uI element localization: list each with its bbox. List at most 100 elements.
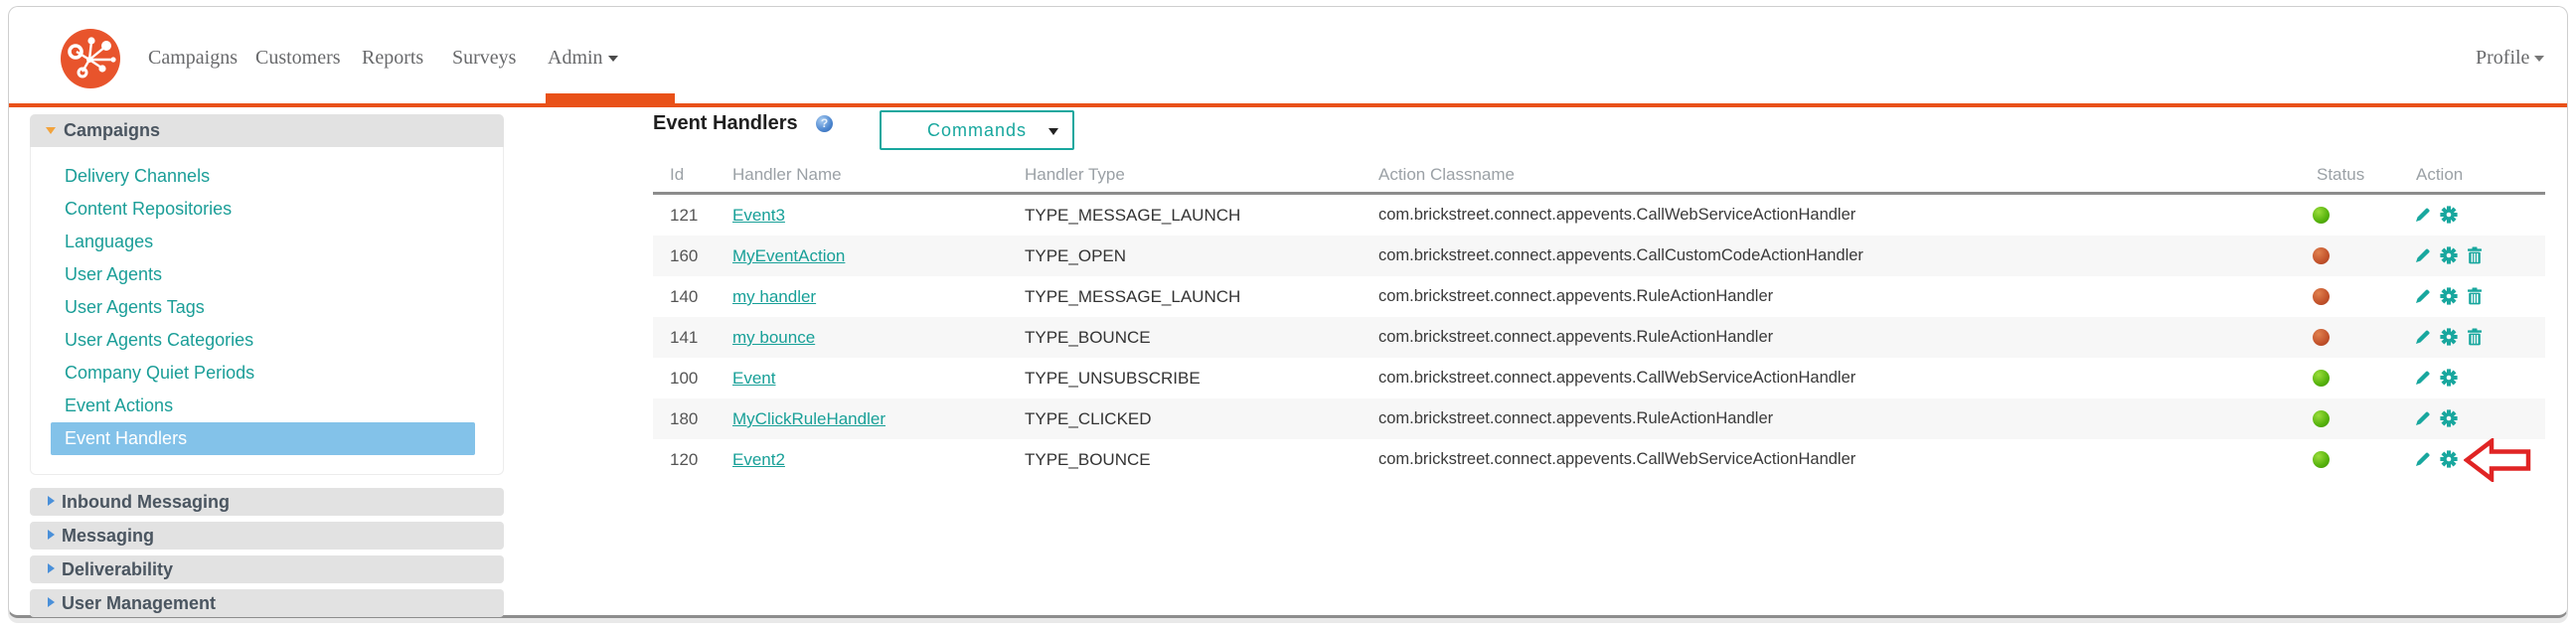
settings-gear-icon[interactable] bbox=[2440, 206, 2458, 224]
edit-icon[interactable] bbox=[2414, 287, 2432, 305]
settings-gear-icon[interactable] bbox=[2440, 328, 2458, 346]
cell-id: 180 bbox=[670, 409, 699, 428]
annotation-arrow-left-icon bbox=[2464, 438, 2531, 482]
cell-id: 140 bbox=[670, 287, 699, 306]
delete-trash-icon[interactable] bbox=[2466, 287, 2484, 305]
sidebar-section-messaging[interactable]: Messaging bbox=[30, 522, 504, 550]
table-row: 120 Event2 TYPE_BOUNCE com.brickstreet.c… bbox=[653, 438, 2545, 482]
cell-action-classname: com.brickstreet.connect.appevents.CallWe… bbox=[1378, 369, 1856, 387]
nav-item-customers[interactable]: Customers bbox=[255, 47, 341, 70]
profile-menu[interactable]: Profile bbox=[2476, 47, 2545, 70]
chevron-down-icon bbox=[2534, 56, 2545, 63]
cell-action-classname: com.brickstreet.connect.appevents.RuleAc… bbox=[1378, 328, 1774, 346]
section-label: Inbound Messaging bbox=[62, 492, 230, 512]
event-handlers-table: Id Handler Name Handler Type Action Clas… bbox=[653, 162, 2545, 482]
cell-handler-type: TYPE_MESSAGE_LAUNCH bbox=[1025, 287, 1241, 306]
nav-item-campaigns[interactable]: Campaigns bbox=[148, 47, 238, 70]
handler-name-link[interactable]: my handler bbox=[732, 276, 816, 317]
handler-name-link[interactable]: Event3 bbox=[732, 195, 785, 236]
sidebar-item-content-repositories[interactable]: Content Repositories bbox=[31, 193, 503, 226]
sidebar-item-user-agents-tags[interactable]: User Agents Tags bbox=[31, 291, 503, 324]
commands-label: Commands bbox=[926, 120, 1028, 140]
sidebar-item-user-agents-categories[interactable]: User Agents Categories bbox=[31, 324, 503, 357]
cell-handler-type: TYPE_MESSAGE_LAUNCH bbox=[1025, 206, 1241, 225]
settings-gear-icon[interactable] bbox=[2440, 409, 2458, 427]
cell-id: 121 bbox=[670, 206, 699, 225]
sidebar-section-deliverability[interactable]: Deliverability bbox=[30, 555, 504, 583]
cell-handler-type: TYPE_BOUNCE bbox=[1025, 450, 1151, 469]
cell-id: 160 bbox=[670, 246, 699, 265]
page: Campaigns Customers Reports Surveys Admi… bbox=[0, 0, 2576, 631]
handler-name-link[interactable]: my bounce bbox=[732, 317, 815, 358]
page-title: Event Handlers bbox=[653, 112, 798, 134]
edit-icon[interactable] bbox=[2414, 246, 2432, 264]
cell-id: 100 bbox=[670, 369, 699, 388]
sidebar-item-languages[interactable]: Languages bbox=[31, 226, 503, 258]
section-label: Campaigns bbox=[64, 120, 161, 140]
column-header-status: Status bbox=[2317, 165, 2365, 184]
top-navigation: Campaigns Customers Reports Surveys Admi… bbox=[9, 7, 2567, 107]
cell-action-classname: com.brickstreet.connect.appevents.CallWe… bbox=[1378, 206, 1856, 224]
profile-label: Profile bbox=[2476, 47, 2530, 69]
triangle-right-icon bbox=[48, 496, 55, 506]
sidebar-item-event-actions[interactable]: Event Actions bbox=[31, 390, 503, 422]
handler-name-link[interactable]: Event2 bbox=[732, 439, 785, 480]
sidebar-section-inbound-messaging[interactable]: Inbound Messaging bbox=[30, 488, 504, 516]
delete-trash-icon[interactable] bbox=[2466, 246, 2484, 264]
cell-action-classname: com.brickstreet.connect.appevents.CallCu… bbox=[1378, 246, 1863, 264]
table-header-row: Id Handler Name Handler Type Action Clas… bbox=[653, 162, 2545, 192]
table-row: 160 MyEventAction TYPE_OPEN com.brickstr… bbox=[653, 236, 2545, 276]
column-header-action-classname: Action Classname bbox=[1378, 165, 1516, 184]
table-row: 140 my handler TYPE_MESSAGE_LAUNCH com.b… bbox=[653, 276, 2545, 317]
column-header-handler-type: Handler Type bbox=[1025, 165, 1125, 184]
edit-icon[interactable] bbox=[2414, 206, 2432, 224]
brand-logo-icon[interactable] bbox=[61, 29, 120, 88]
sidebar-item-event-handlers[interactable]: Event Handlers bbox=[51, 422, 475, 455]
cell-action-classname: com.brickstreet.connect.appevents.CallWe… bbox=[1378, 450, 1856, 468]
sidebar-section-campaigns[interactable]: Campaigns bbox=[30, 114, 504, 147]
cell-id: 120 bbox=[670, 450, 699, 469]
settings-gear-icon[interactable] bbox=[2440, 287, 2458, 305]
table-body: 121 Event3 TYPE_MESSAGE_LAUNCH com.brick… bbox=[653, 195, 2545, 482]
chevron-down-icon bbox=[1048, 128, 1058, 135]
triangle-right-icon bbox=[48, 563, 55, 573]
section-label: User Management bbox=[62, 593, 217, 613]
triangle-right-icon bbox=[48, 597, 55, 607]
sidebar-item-user-agents[interactable]: User Agents bbox=[31, 258, 503, 291]
nav-item-surveys[interactable]: Surveys bbox=[452, 47, 516, 70]
chevron-down-icon bbox=[607, 56, 618, 63]
edit-icon[interactable] bbox=[2414, 450, 2432, 468]
sidebar: Campaigns Delivery Channels Content Repo… bbox=[30, 114, 504, 617]
settings-gear-icon[interactable] bbox=[2440, 246, 2458, 264]
edit-icon[interactable] bbox=[2414, 328, 2432, 346]
cell-id: 141 bbox=[670, 328, 699, 347]
settings-gear-icon[interactable] bbox=[2440, 450, 2458, 468]
table-row: 180 MyClickRuleHandler TYPE_CLICKED com.… bbox=[653, 398, 2545, 439]
delete-trash-icon[interactable] bbox=[2466, 328, 2484, 346]
status-indicator bbox=[2313, 207, 2330, 224]
status-indicator bbox=[2313, 247, 2330, 264]
status-indicator bbox=[2313, 410, 2330, 427]
edit-icon[interactable] bbox=[2414, 409, 2432, 427]
handler-name-link[interactable]: MyClickRuleHandler bbox=[732, 398, 886, 439]
sidebar-section-user-management[interactable]: User Management bbox=[30, 589, 504, 617]
status-indicator bbox=[2313, 370, 2330, 387]
nav-admin-label: Admin bbox=[548, 47, 603, 69]
column-header-id: Id bbox=[670, 165, 685, 184]
nav-divider bbox=[9, 103, 2567, 107]
app-window: Campaigns Customers Reports Surveys Admi… bbox=[8, 6, 2568, 618]
nav-item-admin[interactable]: Admin bbox=[548, 47, 618, 70]
nav-item-reports[interactable]: Reports bbox=[362, 47, 423, 70]
table-row: 141 my bounce TYPE_BOUNCE com.brickstree… bbox=[653, 317, 2545, 358]
edit-icon[interactable] bbox=[2414, 369, 2432, 387]
commands-dropdown[interactable]: Commands bbox=[880, 110, 1074, 150]
sidebar-item-company-quiet-periods[interactable]: Company Quiet Periods bbox=[31, 357, 503, 390]
settings-gear-icon[interactable] bbox=[2440, 369, 2458, 387]
cell-action-classname: com.brickstreet.connect.appevents.RuleAc… bbox=[1378, 409, 1774, 427]
handler-name-link[interactable]: Event bbox=[732, 358, 775, 398]
handler-name-link[interactable]: MyEventAction bbox=[732, 236, 845, 276]
column-header-action: Action bbox=[2416, 165, 2464, 184]
help-icon[interactable]: ? bbox=[816, 115, 833, 132]
sidebar-item-delivery-channels[interactable]: Delivery Channels bbox=[31, 160, 503, 193]
